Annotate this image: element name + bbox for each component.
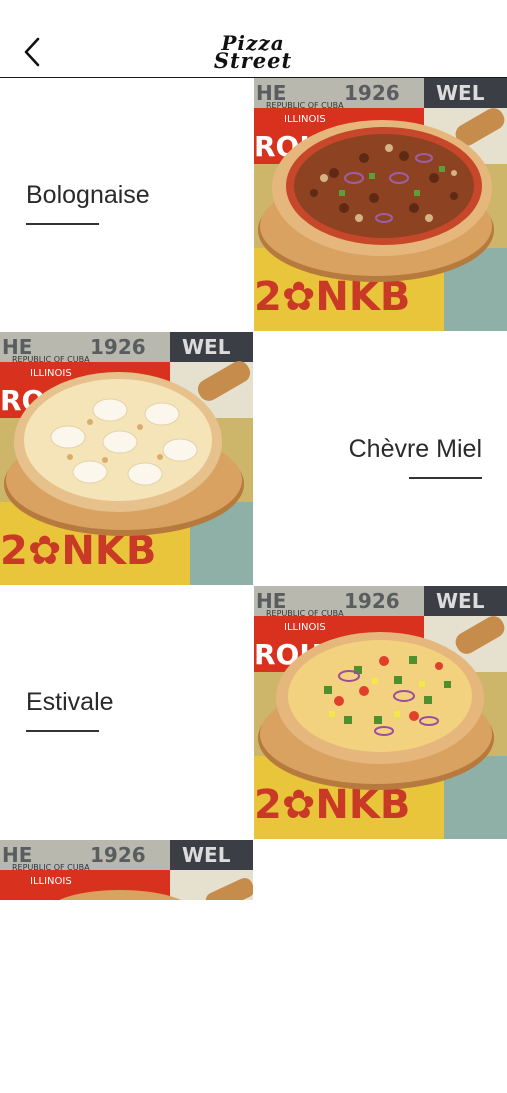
plate-text: REPUBLIC OF CUBA — [12, 863, 90, 872]
plate-text: 1926 — [344, 81, 400, 105]
name-underline — [26, 730, 99, 732]
pizza-name: Chèvre Miel — [348, 435, 482, 463]
pizza-name: Estivale — [26, 688, 114, 716]
plate-text: ILLINOIS — [284, 622, 326, 633]
logo-line-2: Street — [213, 48, 293, 73]
pizza-photo-chevre-miel[interactable]: HE 1926 WEL REPUBLIC OF CUBA ILLINOIS RO… — [0, 332, 253, 585]
plate-text: ILLINOIS — [30, 876, 72, 887]
plate-text: ILLINOIS — [284, 114, 326, 125]
pizza-photo-next[interactable]: HE 1926 WEL REPUBLIC OF CUBA ILLINOIS — [0, 840, 253, 900]
app-header: Pizza Street — [0, 0, 507, 78]
pizza-row-next[interactable]: HE 1926 WEL REPUBLIC OF CUBA ILLINOIS — [0, 840, 507, 1093]
name-underline — [409, 477, 482, 479]
plate-text: REPUBLIC OF CUBA — [12, 355, 90, 364]
plate-text: 1926 — [90, 843, 146, 867]
pizza-row-estivale[interactable]: Estivale HE 1926 WEL REPUBLIC OF CUBA IL… — [0, 586, 507, 839]
plate-text: REPUBLIC OF CUBA — [266, 101, 344, 110]
pizza-label-cell[interactable]: Estivale — [0, 586, 253, 839]
pizza-row-bolognaise[interactable]: Bolognaise HE 1926 WEL REPUBLIC OF CUBA … — [0, 78, 507, 331]
plate-text: 1926 — [90, 335, 146, 359]
plate-text: ILLINOIS — [30, 368, 72, 379]
pizza-name: Bolognaise — [26, 181, 150, 209]
pizza-street-logo[interactable]: Pizza Street — [153, 31, 353, 75]
plate-text: WEL — [182, 335, 231, 359]
back-arrow-icon[interactable] — [18, 34, 48, 70]
pizza-label-cell[interactable]: Bolognaise — [0, 78, 253, 331]
plate-text: WEL — [436, 81, 485, 105]
pizza-photo-bolognaise[interactable]: HE 1926 WEL REPUBLIC OF CUBA ILLINOIS RO… — [254, 78, 507, 331]
plate-text: REPUBLIC OF CUBA — [266, 609, 344, 618]
pizza-photo-estivale[interactable]: HE 1926 WEL REPUBLIC OF CUBA ILLINOIS RO… — [254, 586, 507, 839]
pizza-row-chevre-miel[interactable]: HE 1926 WEL REPUBLIC OF CUBA ILLINOIS RO… — [0, 332, 507, 585]
name-underline — [26, 223, 99, 225]
plate-text: 1926 — [344, 589, 400, 613]
plate-text: WEL — [436, 589, 485, 613]
pizza-label-cell[interactable]: Chèvre Miel — [254, 332, 507, 585]
plate-text: WEL — [182, 843, 231, 867]
